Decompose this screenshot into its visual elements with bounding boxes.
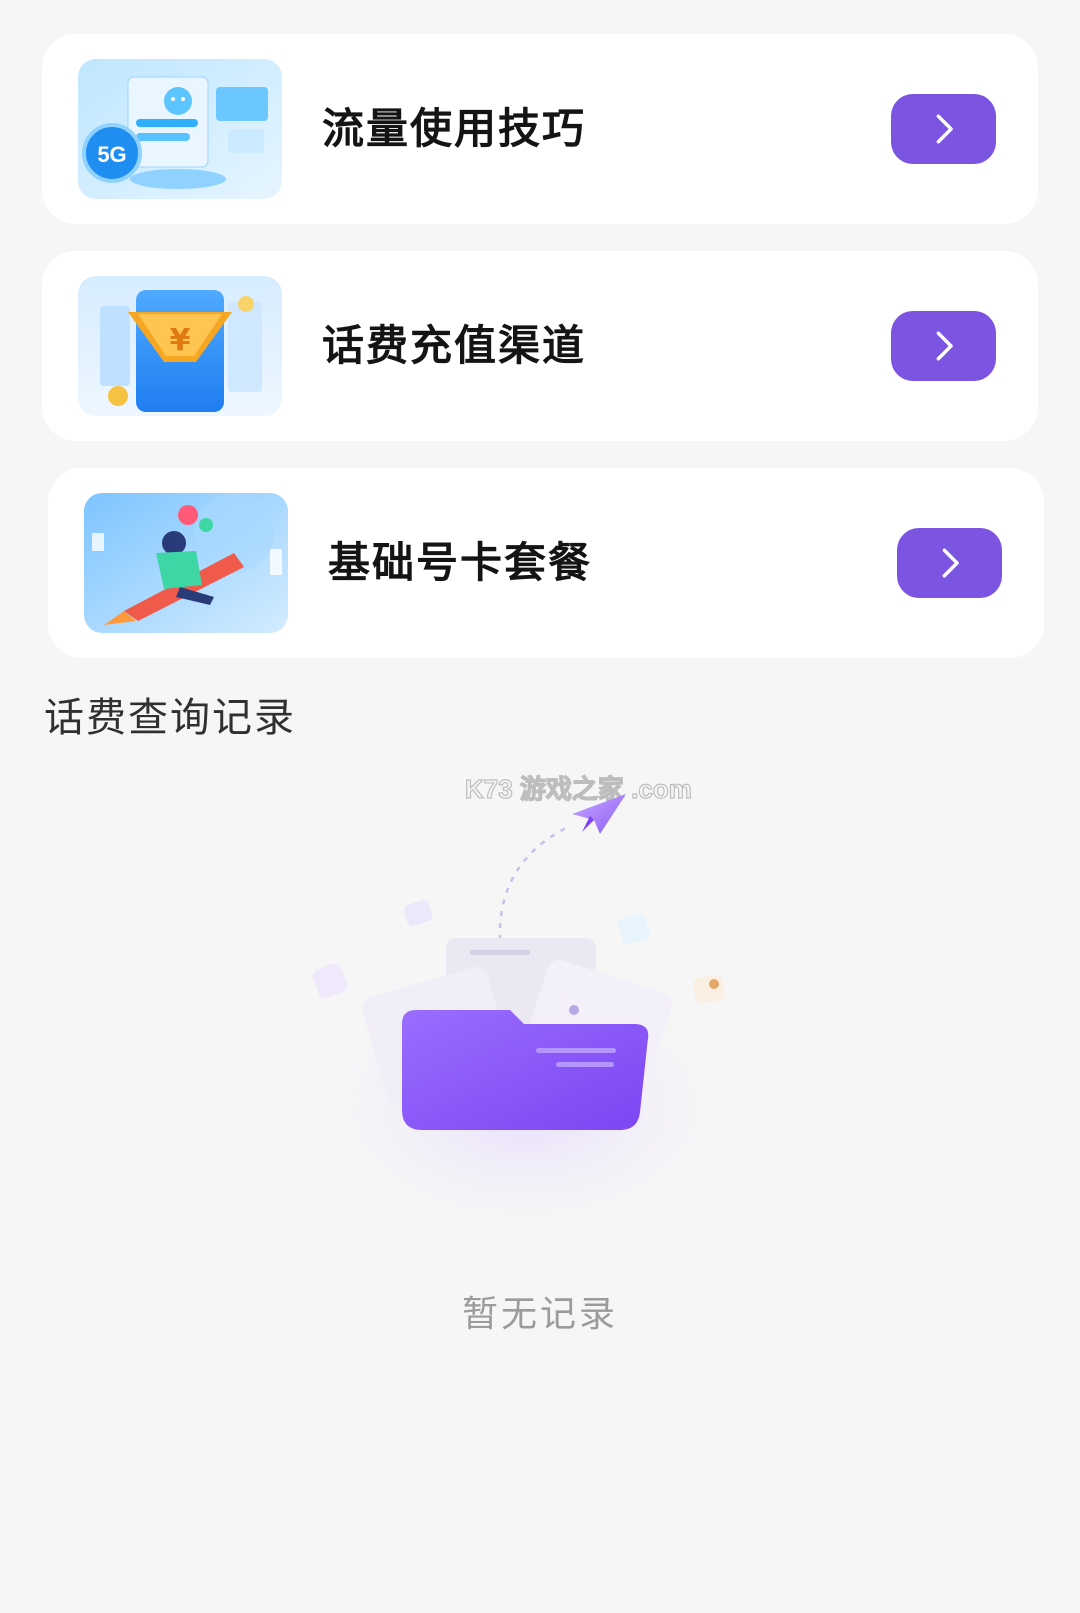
open-basic-plans-button[interactable] (897, 528, 1002, 598)
history-section-title: 话费查询记录 (44, 695, 296, 741)
card-title: 话费充值渠道 (322, 321, 587, 370)
svg-text:¥: ¥ (170, 323, 191, 358)
chevron-right-icon (936, 331, 953, 361)
card-data-tips[interactable]: 5G 流量使用技巧 (42, 34, 1038, 224)
rocket-rider-illustration (84, 493, 288, 633)
chevron-right-icon (942, 548, 959, 578)
card-title: 基础号卡套餐 (328, 538, 593, 587)
watermark: K73 游戏之家 .com (465, 774, 692, 804)
empty-state-text: 暂无记录 (461, 1294, 618, 1335)
empty-folder-icon: K73 游戏之家 .com (260, 770, 820, 1230)
open-recharge-channels-button[interactable] (891, 311, 996, 381)
5g-data-illustration: 5G (78, 59, 282, 199)
card-title: 流量使用技巧 (322, 104, 587, 153)
card-recharge-channels[interactable]: ¥ 话费充值渠道 (42, 251, 1038, 441)
open-data-tips-button[interactable] (891, 94, 996, 164)
phone-recharge-yuan-illustration: ¥ (78, 276, 282, 416)
svg-text:5G: 5G (97, 142, 126, 167)
card-basic-plans[interactable]: 基础号卡套餐 (48, 468, 1044, 658)
chevron-right-icon (936, 114, 953, 144)
